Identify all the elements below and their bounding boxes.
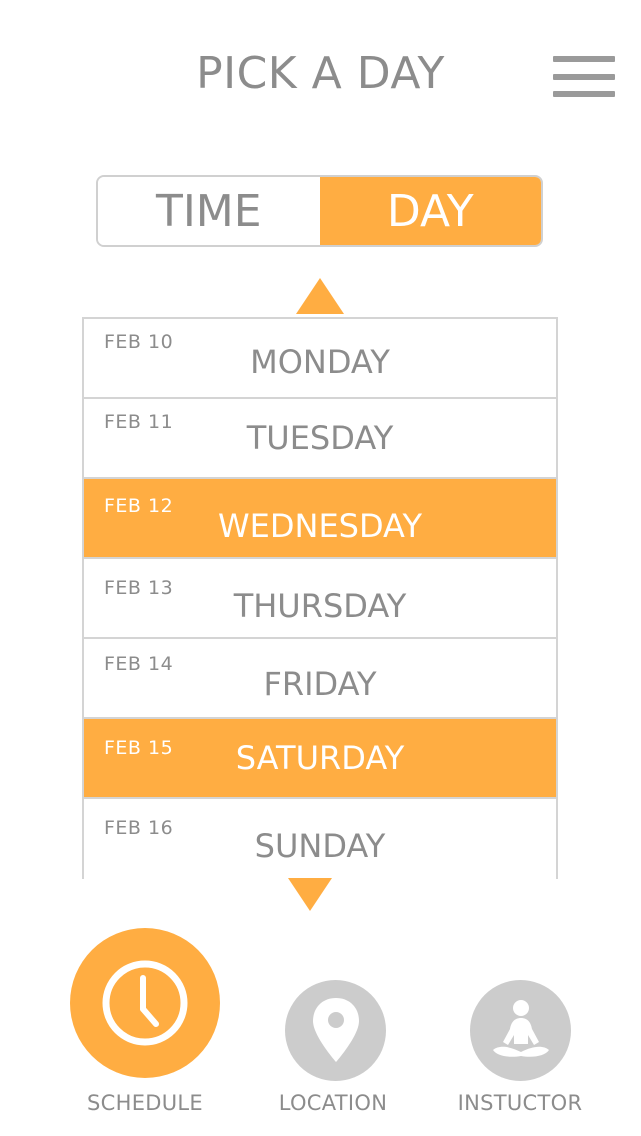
day-list: FEB 10 MONDAY FEB 11 TUESDAY FEB 12 WEDN… bbox=[82, 317, 558, 879]
triangle-up-icon[interactable] bbox=[296, 278, 344, 314]
meditation-person-icon bbox=[492, 999, 549, 1057]
menu-line bbox=[553, 74, 615, 80]
hamburger-menu-icon[interactable] bbox=[553, 56, 617, 98]
day-row-saturday[interactable]: FEB 15 SATURDAY bbox=[84, 719, 556, 799]
page-title: PICK A DAY bbox=[196, 48, 445, 99]
nav-location[interactable]: LOCATION bbox=[233, 980, 433, 1120]
toggle-time-option[interactable]: TIME bbox=[98, 177, 320, 245]
clock-icon bbox=[102, 960, 188, 1046]
day-row-thursday[interactable]: FEB 13 THURSDAY bbox=[84, 559, 556, 639]
toggle-day-option[interactable]: DAY bbox=[319, 177, 541, 245]
day-row-monday[interactable]: FEB 10 MONDAY bbox=[84, 319, 556, 399]
instructor-circle bbox=[470, 980, 571, 1081]
day-name: THURSDAY bbox=[233, 587, 407, 625]
map-pin-icon bbox=[312, 997, 359, 1062]
nav-label-schedule: SCHEDULE bbox=[87, 1091, 203, 1115]
day-name: FRIDAY bbox=[263, 665, 377, 703]
menu-line bbox=[553, 91, 615, 97]
day-name: MONDAY bbox=[250, 343, 390, 381]
nav-schedule[interactable]: SCHEDULE bbox=[45, 928, 245, 1118]
menu-line bbox=[553, 56, 615, 62]
day-name: SUNDAY bbox=[254, 827, 386, 865]
day-row-tuesday[interactable]: FEB 11 TUESDAY bbox=[84, 399, 556, 479]
location-circle bbox=[285, 980, 386, 1081]
nav-instructor[interactable]: INSTUCTOR bbox=[420, 980, 620, 1120]
day-name: SATURDAY bbox=[235, 739, 405, 777]
day-name: TUESDAY bbox=[246, 419, 394, 457]
day-row-sunday[interactable]: FEB 16 SUNDAY bbox=[84, 799, 556, 879]
schedule-circle bbox=[70, 928, 220, 1078]
day-row-friday[interactable]: FEB 14 FRIDAY bbox=[84, 639, 556, 719]
time-day-toggle: TIME DAY bbox=[96, 175, 543, 247]
day-row-wednesday[interactable]: FEB 12 WEDNESDAY bbox=[84, 479, 556, 559]
triangle-down-icon[interactable] bbox=[288, 878, 332, 911]
day-name: WEDNESDAY bbox=[218, 507, 422, 545]
nav-label-location: LOCATION bbox=[278, 1091, 388, 1115]
nav-label-instructor: INSTUCTOR bbox=[457, 1091, 583, 1115]
